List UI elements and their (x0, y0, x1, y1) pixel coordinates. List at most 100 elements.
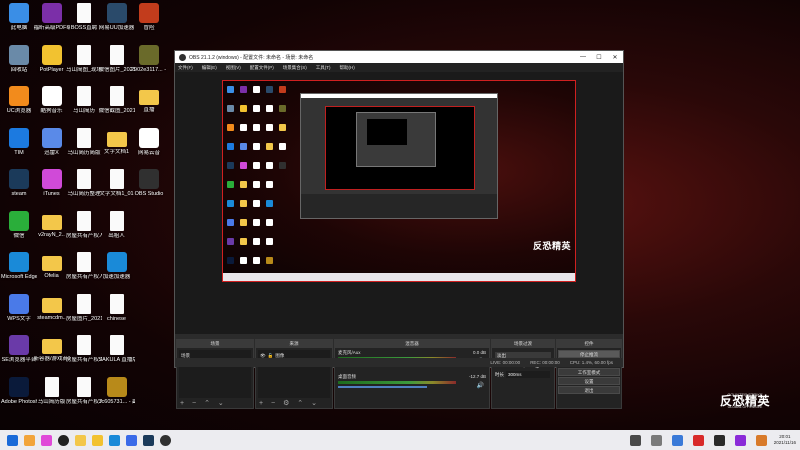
taskbar-clock[interactable]: 20:01 2021/11/16 (774, 434, 796, 446)
desktop-icon[interactable]: steam (1, 169, 37, 209)
scenes-toolbar[interactable]: + − ⌃ ⌄ (180, 399, 227, 407)
menu-tools[interactable]: 工具(T) (316, 65, 331, 71)
preview-mini-icon (240, 124, 247, 131)
obs-titlebar[interactable]: OBS 21.1.2 (windows) - 配置文件: 未命名 - 场景: 未… (175, 51, 623, 63)
desktop-icon[interactable]: Microsoft Edge (1, 252, 37, 292)
tray-icon[interactable] (629, 434, 641, 446)
stop-streaming-button[interactable]: 停止推流 (558, 350, 620, 358)
file-icon (109, 293, 124, 314)
preview-mini-icon (266, 143, 273, 150)
desktop-icon[interactable]: 酷狗音乐 (34, 86, 70, 126)
desktop-icon[interactable]: 此电脑 (1, 3, 37, 43)
desktop-icon-label: 福昕高级PDF编辑器 (33, 25, 70, 31)
file-icon (77, 252, 91, 272)
file-icon (109, 44, 124, 65)
desktop-icon[interactable]: 房屋共有产权人同意出售.. (66, 335, 102, 375)
desktop-icon[interactable]: 直播 (131, 86, 167, 126)
taskbar-app-icon[interactable] (58, 434, 69, 446)
desktop-icon[interactable]: 网易云音 (131, 127, 167, 168)
desktop-icon[interactable]: Adobe Photosh.. (1, 376, 37, 417)
desktop-icon[interactable]: 2902e3117... - 副本 (131, 44, 167, 85)
tray-icon[interactable] (713, 434, 725, 446)
sources-toolbar[interactable]: + − ⚙ ⌃ ⌄ (259, 399, 320, 407)
obs-window[interactable]: OBS 21.1.2 (windows) - 配置文件: 未命名 - 场景: 未… (174, 50, 624, 409)
desktop-icon[interactable]: 马山简历版 (34, 376, 70, 417)
menu-help[interactable]: 帮助(H) (340, 65, 355, 71)
desktop-icon[interactable]: 迅雷X (34, 127, 70, 168)
app-icon (139, 44, 159, 65)
volume-slider[interactable] (338, 386, 427, 388)
desktop-icon[interactable]: SAKULA 直播版 (99, 335, 135, 375)
obs-icon[interactable] (160, 434, 171, 446)
desktop-icon[interactable]: WPS文字 (1, 293, 37, 334)
desktop-icon[interactable]: steamcdm.. (34, 294, 70, 334)
desktop-icon[interactable]: 房屋共有产权人同意出售.. (66, 376, 102, 417)
desktop-icon-label: 马山简图_现场-团结运营-个人.. (66, 66, 102, 73)
app-icon (106, 252, 127, 272)
desktop-icon[interactable]: 文字文档1_01 (99, 169, 135, 209)
desktop-icon[interactable]: v2rayN_2.. (34, 211, 70, 251)
desktop-icon[interactable]: 房屋共有产权人同意出售.. (66, 252, 102, 292)
menu-scene-collection[interactable]: 场景集合(S) (283, 65, 307, 71)
desktop-icon[interactable]: SE浏览器平台 (1, 335, 37, 375)
steam-icon[interactable] (143, 434, 154, 446)
preview-mini-icon (240, 162, 247, 169)
desktop-icon[interactable]: 冒险 (131, 3, 167, 43)
obs-preview[interactable]: 反恐精英 (175, 72, 623, 334)
menu-profile[interactable]: 配置文件(P) (250, 65, 274, 71)
taskbar-app-icon[interactable] (41, 434, 52, 446)
folder-icon[interactable] (75, 434, 86, 446)
maximize-button[interactable]: ☐ (591, 54, 607, 61)
taskbar-app-icon[interactable] (92, 434, 103, 446)
tray-icon[interactable] (755, 434, 767, 446)
desktop-icon[interactable]: 马山简图_现场-团结运营-个人.. (66, 44, 102, 85)
exit-button[interactable]: 退出 (558, 386, 620, 394)
desktop-icon[interactable]: 马山简历 (66, 86, 102, 126)
tray-icon[interactable] (650, 434, 662, 446)
desktop-icon[interactable]: 回收站 (1, 44, 37, 85)
desktop-icon[interactable]: 马山简历简版 (66, 127, 102, 168)
settings-button[interactable]: 设置 (558, 377, 620, 385)
close-button[interactable]: ✕ (607, 54, 623, 61)
edge-icon[interactable] (109, 434, 120, 446)
desktop-icon[interactable]: BOSS直聘 (66, 3, 102, 43)
speaker-icon[interactable]: 🔊 (477, 382, 484, 389)
desktop-icon[interactable]: 3c605731... - 副本 (99, 376, 135, 417)
duration-input[interactable]: 300ms (506, 371, 550, 378)
tray-icon[interactable] (692, 434, 704, 446)
menu-file[interactable]: 文件(F) (178, 65, 193, 71)
desktop-icon[interactable]: chinese (99, 293, 135, 334)
taskbar-app-icon[interactable] (24, 434, 35, 446)
desktop-icon[interactable]: 微信截图_2021110.. (99, 86, 135, 126)
app-icon (41, 86, 62, 106)
scenes-header: 场景 (177, 340, 253, 348)
desktop-icon[interactable]: TIM (1, 127, 37, 168)
desktop-icon[interactable]: 新容器/游戏商城 1 (34, 335, 70, 375)
desktop-icon-label: v2rayN_2.. (38, 231, 65, 238)
desktop-icon[interactable]: 微信 (1, 210, 37, 251)
desktop-icon[interactable]: Ofelia (34, 252, 70, 292)
start-icon[interactable] (7, 434, 18, 446)
desktop-icon[interactable]: 福昕高级PDF编辑器 (34, 3, 70, 43)
desktop-icon[interactable]: iTunes (34, 169, 70, 209)
taskbar-app-icon[interactable] (126, 434, 137, 446)
desktop-icon[interactable]: 加速加速器 (99, 252, 135, 292)
minimize-button[interactable]: — (575, 54, 591, 60)
tray-icon[interactable] (671, 434, 683, 446)
desktop-icon[interactable]: OBS Studio (131, 169, 167, 209)
studio-mode-button[interactable]: 工作室模式 (558, 368, 620, 376)
desktop-icon[interactable]: 文字文档1 (99, 128, 135, 168)
desktop-icon-label: 微信 (13, 232, 25, 239)
desktop-icon[interactable]: UC浏览器 (1, 86, 37, 126)
menu-view[interactable]: 视图(V) (226, 65, 241, 71)
desktop-icon[interactable]: 马山简历整理 (66, 169, 102, 209)
desktop-icon[interactable]: 网易UU加速器 (99, 3, 135, 43)
desktop-icon[interactable]: PotPlayer (34, 44, 70, 85)
desktop-icon[interactable]: 房屋图片_2021102.. (66, 293, 102, 334)
desktop-icon[interactable]: 出租人 (99, 210, 135, 251)
desktop-icon-label: 微信截图_2021110.. (98, 108, 135, 114)
desktop-icon[interactable]: 房屋共有产权人同意出售.. (66, 210, 102, 251)
desktop-icon[interactable]: 微信图片_2021110.. (99, 44, 135, 85)
menu-edit[interactable]: 编辑(E) (202, 65, 217, 71)
tray-icon[interactable] (734, 434, 746, 446)
